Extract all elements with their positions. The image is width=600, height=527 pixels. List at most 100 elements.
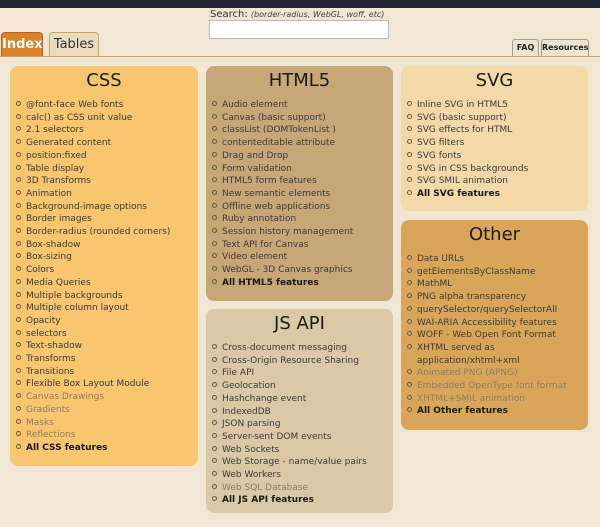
feature-link[interactable]: Canvas Drawings [16,391,198,404]
feature-link[interactable]: Audio element [212,99,393,112]
search-input[interactable] [209,20,389,39]
feature-link[interactable]: Embedded OpenType font format [407,380,588,393]
feature-label: New semantic elements [222,188,331,199]
feature-link[interactable]: Transitions [16,366,198,379]
feature-link[interactable]: Reflections [16,429,198,442]
feature-link[interactable]: All HTML5 features [212,277,393,290]
feature-link[interactable]: Border images [16,213,198,226]
feature-link[interactable]: position:fixed [16,150,198,163]
feature-link[interactable]: Web Storage - name/value pairs [212,456,393,469]
feature-link[interactable]: Multiple column layout [16,302,198,315]
feature-link[interactable]: Web Sockets [212,444,393,457]
feature-link[interactable]: All JS API features [212,494,393,507]
feature-link[interactable]: MathML [407,278,588,291]
feature-link[interactable]: Transforms [16,353,198,366]
feature-link[interactable]: application/xhtml+xml [407,355,588,368]
feature-link[interactable]: XHTML served as [407,342,588,355]
content-area: CSS @font-face Web fonts calc() as CSS un… [0,56,600,527]
feature-label: Audio element [222,100,288,110]
feature-link[interactable]: Web SQL Database [212,482,393,495]
feature-link[interactable]: Multiple backgrounds [16,290,198,303]
feature-link[interactable]: Animation [16,188,198,201]
feature-link[interactable]: querySelector/querySelectorAll [407,304,588,317]
feature-link[interactable]: Data URLs [407,253,588,266]
feature-link[interactable]: Cross-document messaging [212,342,393,355]
feature-link[interactable]: getElementsByClassName [407,266,588,279]
bullet-icon [212,151,217,157]
feature-link[interactable]: Table display [16,163,198,176]
bullet-icon [16,253,21,259]
bullet-icon [212,278,217,284]
svg-card-title: SVG [475,70,514,91]
feature-link[interactable]: 3D Transforms [16,175,198,188]
bullet-icon [16,139,21,145]
feature-link[interactable]: JSON parsing [212,418,393,431]
feature-link[interactable]: SVG effects for HTML [407,124,588,137]
feature-link[interactable]: contenteditable attribute [212,137,393,150]
feature-link[interactable]: classList (DOMTokenList ) [212,124,393,137]
feature-link[interactable]: Offline web applications [212,201,393,214]
feature-link[interactable]: Drag and Drop [212,150,393,163]
feature-link[interactable]: Hashchange event [212,393,393,406]
feature-link[interactable]: Form validation [212,163,393,176]
feature-link[interactable]: WOFF - Web Open Font Format [407,329,588,342]
feature-link[interactable]: Text API for Canvas [212,239,393,252]
tab-faq[interactable]: FAQ [512,39,539,56]
feature-label: Masks [26,417,54,428]
feature-link[interactable]: Inline SVG in HTML5 [407,99,588,112]
feature-link[interactable]: Box-shadow [16,239,198,252]
feature-link[interactable]: Ruby annotation [212,213,393,226]
feature-link[interactable]: Web Workers [212,469,393,482]
feature-link[interactable]: SVG SMIL animation [407,175,588,188]
feature-link[interactable]: Flexible Box Layout Module [16,378,198,391]
feature-link[interactable]: Gradients [16,404,198,417]
feature-label: position:fixed [26,150,87,161]
bullet-icon [16,355,21,361]
feature-link[interactable]: Box-sizing [16,251,198,264]
feature-label: WAI-ARIA Accessibility features [417,317,557,328]
feature-link[interactable]: Background-image options [16,201,198,214]
tab-index[interactable]: Index [1,32,43,56]
feature-link[interactable]: HTML5 form features [212,175,393,188]
feature-link[interactable]: File API [212,367,393,380]
feature-link[interactable]: Session history management [212,226,393,239]
feature-link[interactable]: Opacity [16,315,198,328]
feature-link[interactable]: SVG (basic support) [407,112,588,125]
feature-link[interactable]: All CSS features [16,442,198,455]
feature-link[interactable]: Server-sent DOM events [212,431,393,444]
feature-link[interactable]: calc() as CSS unit value [16,112,198,125]
feature-link[interactable]: PNG alpha transparency [407,291,588,304]
feature-link[interactable]: New semantic elements [212,188,393,201]
feature-link[interactable]: WAI-ARIA Accessibility features [407,317,588,330]
feature-link[interactable]: IndexedDB [212,406,393,419]
feature-label: Reflections [26,430,76,441]
feature-link[interactable]: All SVG features [407,188,588,201]
html5-card-title: HTML5 [268,70,331,91]
feature-link[interactable]: Video element [212,251,393,264]
feature-link[interactable]: selectors [16,328,198,341]
feature-link[interactable]: Media Queries [16,277,198,290]
feature-link[interactable]: Text-shadow [16,340,198,353]
bullet-icon [212,432,217,438]
jsapi-card: JS API Cross-document messaging Cross-Ori… [206,309,393,513]
feature-link[interactable]: XHTML+SMIL animation [407,393,588,406]
feature-link[interactable]: SVG in CSS backgrounds [407,163,588,176]
feature-link[interactable]: All Other features [407,405,588,418]
tab-resources[interactable]: Resources [541,39,589,56]
feature-link[interactable]: @font-face Web fonts [16,99,198,112]
feature-link[interactable]: 2.1 selectors [16,124,198,137]
tab-tables[interactable]: Tables [49,32,99,56]
feature-link[interactable]: Animated PNG (APNG) [407,367,588,380]
feature-link[interactable]: SVG fonts [407,150,588,163]
feature-link[interactable]: Masks [16,417,198,430]
feature-link[interactable]: WebGL - 3D Canvas graphics [212,264,393,277]
feature-link[interactable]: Border-radius (rounded corners) [16,226,198,239]
feature-link[interactable]: SVG filters [407,137,588,150]
feature-link[interactable]: Generated content [16,137,198,150]
feature-link[interactable]: Cross-Origin Resource Sharing [212,355,393,368]
feature-label: WOFF - Web Open Font Format [417,330,556,341]
feature-link[interactable]: Colors [16,264,198,277]
feature-link[interactable]: Canvas (basic support) [212,112,393,125]
feature-link[interactable]: Geolocation [212,380,393,393]
feature-label: All SVG features [417,188,500,199]
